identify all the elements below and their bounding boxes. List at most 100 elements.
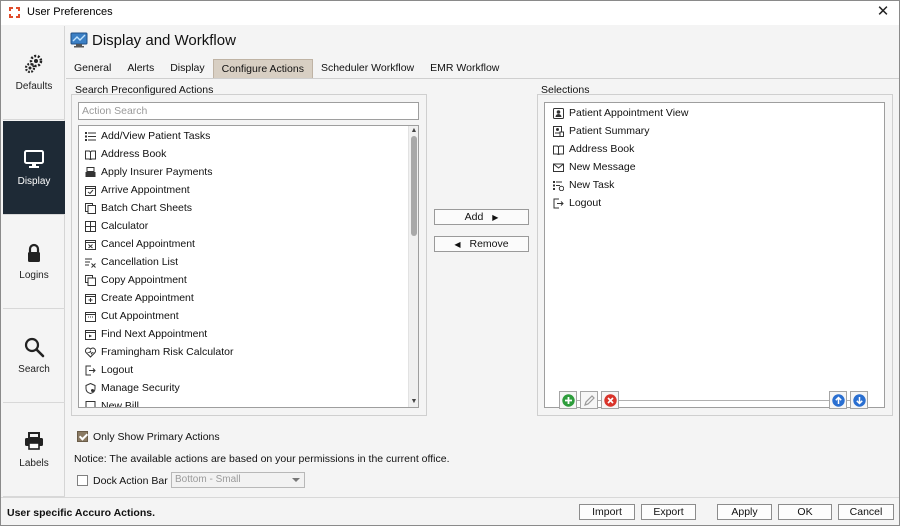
patient-appointment-icon	[553, 107, 564, 119]
address-book-icon	[85, 150, 96, 160]
list-item[interactable]: Address Book	[85, 145, 166, 163]
new-task-icon	[553, 180, 564, 191]
list-item[interactable]: Apply Insurer Payments	[85, 163, 212, 181]
action-search-input[interactable]	[78, 102, 419, 120]
sidebar-item-labels[interactable]: Labels	[3, 403, 65, 497]
permissions-notice: Notice: The available actions are based …	[74, 453, 450, 465]
sidebar-item-display[interactable]: Display	[3, 121, 65, 215]
list-item[interactable]: New Message	[553, 158, 636, 176]
lock-icon	[28, 243, 40, 262]
list-item[interactable]: New Task	[553, 176, 614, 194]
move-down-button[interactable]	[850, 391, 868, 409]
scrollbar-thumb[interactable]	[411, 136, 417, 236]
payment-icon	[85, 166, 96, 177]
window-title: User Preferences	[27, 6, 113, 18]
user-preferences-window: User Preferences ✕ Defaults Display Logi…	[0, 0, 900, 526]
page-heading: Display and Workflow	[70, 31, 236, 49]
export-button[interactable]: Export	[641, 504, 696, 520]
actions-list-scrollbar[interactable]: ▲ ▼	[408, 126, 418, 407]
cut-icon	[85, 311, 96, 322]
heart-icon	[85, 347, 96, 358]
scroll-down-arrow-icon[interactable]: ▼	[410, 398, 418, 406]
envelope-icon	[553, 163, 564, 172]
calculator-icon	[85, 220, 96, 232]
printer-icon	[25, 432, 43, 450]
add-selection-button[interactable]	[559, 391, 577, 409]
list-item[interactable]: Find Next Appointment	[85, 325, 207, 343]
sidebar-item-label: Search	[18, 364, 50, 375]
list-item[interactable]: Arrive Appointment	[85, 181, 190, 199]
tab-alerts[interactable]: Alerts	[119, 59, 162, 79]
logout-icon	[553, 198, 564, 208]
tab-strip: General Alerts Display Configure Actions…	[66, 59, 507, 79]
preferences-content: Display and Workflow General Alerts Disp…	[66, 26, 899, 497]
primary-actions-checkbox[interactable]	[77, 431, 88, 442]
list-item[interactable]: Logout	[85, 361, 133, 379]
list-item[interactable]: Cancellation List	[85, 253, 178, 271]
status-text: User specific Accuro Actions.	[7, 507, 156, 519]
move-up-button[interactable]	[829, 391, 847, 409]
dock-position-select[interactable]: Bottom - Small	[171, 472, 305, 488]
calendar-cancel-icon	[85, 239, 96, 250]
monitor-icon	[24, 150, 44, 168]
logout-icon	[85, 365, 96, 375]
page-title: Display and Workflow	[92, 31, 236, 49]
preconfigured-actions-list[interactable]: Add/View Patient Tasks Address Book Appl…	[78, 125, 419, 408]
primary-actions-label: Only Show Primary Actions	[93, 431, 220, 443]
list-item[interactable]: Patient Summary	[553, 122, 650, 140]
sidebar-item-defaults[interactable]: Defaults	[3, 26, 65, 120]
list-item[interactable]: Add/View Patient Tasks	[85, 127, 210, 145]
list-item[interactable]: Batch Chart Sheets	[85, 199, 192, 217]
tab-emr-workflow[interactable]: EMR Workflow	[422, 59, 507, 79]
sidebar-item-label: Labels	[19, 458, 49, 469]
scroll-up-arrow-icon[interactable]: ▲	[410, 127, 418, 135]
apply-button[interactable]: Apply	[717, 504, 772, 520]
remove-action-button[interactable]: ◀ Remove	[434, 236, 529, 252]
ok-button[interactable]: OK	[778, 504, 832, 520]
app-logo-icon	[9, 7, 20, 18]
footer-bar: User specific Accuro Actions. Import Exp…	[1, 497, 899, 525]
tab-general[interactable]: General	[66, 59, 119, 79]
calendar-check-icon	[85, 185, 96, 196]
list-item[interactable]: New Bill	[85, 397, 139, 407]
list-item[interactable]: Calculator	[85, 217, 148, 235]
list-item[interactable]: Cancel Appointment	[85, 235, 195, 253]
sidebar-item-logins[interactable]: Logins	[3, 215, 65, 309]
sidebar-item-label: Defaults	[15, 81, 53, 92]
list-item[interactable]: Logout	[553, 194, 601, 212]
arrow-right-icon: ▶	[492, 213, 499, 222]
dock-action-bar-label: Dock Action Bar	[93, 475, 168, 487]
list-item[interactable]: Create Appointment	[85, 289, 194, 307]
list-item[interactable]: Manage Security	[85, 379, 180, 397]
edit-selection-button[interactable]	[580, 391, 598, 409]
delete-selection-button[interactable]	[601, 391, 619, 409]
remove-circle-icon	[603, 393, 617, 407]
display-workflow-icon	[70, 32, 88, 48]
import-button[interactable]: Import	[579, 504, 635, 520]
task-list-icon	[85, 131, 96, 141]
sidebar-item-search[interactable]: Search	[3, 309, 65, 403]
arrow-left-icon: ◀	[454, 240, 461, 249]
dock-action-bar-checkbox[interactable]	[77, 475, 88, 486]
sidebar-item-label: Display	[17, 176, 51, 187]
list-item[interactable]: Framingham Risk Calculator	[85, 343, 233, 361]
tab-configure-actions[interactable]: Configure Actions	[212, 59, 313, 79]
preconfigured-actions-label: Search Preconfigured Actions	[75, 84, 214, 96]
plus-circle-icon	[561, 393, 575, 407]
cancel-button[interactable]: Cancel	[838, 504, 894, 520]
add-action-button[interactable]: Add ▶	[434, 209, 529, 225]
tab-scheduler-workflow[interactable]: Scheduler Workflow	[313, 59, 422, 79]
arrow-up-circle-icon	[831, 393, 845, 407]
tab-display[interactable]: Display	[162, 59, 212, 79]
list-item[interactable]: Patient Appointment View	[553, 104, 688, 122]
find-next-icon	[85, 329, 96, 340]
copy-icon	[85, 274, 96, 286]
list-item[interactable]: Address Book	[553, 140, 634, 158]
address-book-icon	[553, 145, 564, 155]
list-item[interactable]: Copy Appointment	[85, 271, 187, 289]
list-item[interactable]: Cut Appointment	[85, 307, 179, 325]
bill-icon	[85, 400, 96, 407]
selections-list[interactable]: Patient Appointment View Patient Summary…	[544, 102, 885, 408]
close-window-button[interactable]: ✕	[875, 4, 891, 20]
pencil-icon	[583, 394, 595, 406]
